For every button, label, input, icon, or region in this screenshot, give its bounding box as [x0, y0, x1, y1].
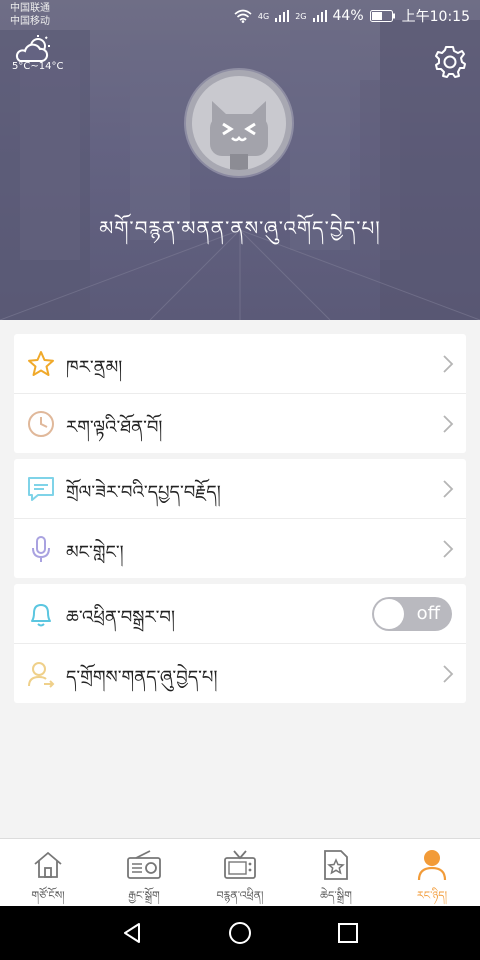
- menu-label: ད་གྲོགས་གནད་ཞུ་བྱེད་པ།: [66, 667, 218, 688]
- signal-1-icon: [275, 10, 290, 22]
- battery-icon: [369, 10, 395, 22]
- menu-item-history[interactable]: རག་ལྟའི་ཐོན་བོ།: [14, 393, 466, 453]
- menu-label: ཁར་ནྲམ།: [66, 357, 123, 378]
- menu-item-voice[interactable]: མང་གླེང་།: [14, 518, 466, 578]
- weather-widget[interactable]: 5°C~14°C: [12, 34, 64, 76]
- menu-item-account[interactable]: ད་གྲོགས་གནད་ཞུ་བྱེད་པ།: [14, 643, 466, 703]
- net-type-1: 4G: [257, 11, 270, 21]
- document-star-icon: [324, 850, 348, 880]
- login-prompt[interactable]: མགོ་བརྙན་མནན་ནས་ཞུ་འགོད་བྱེད་པ།: [0, 206, 480, 262]
- home-icon: [34, 851, 62, 878]
- toggle-state: off: [416, 603, 440, 624]
- menu-label: གྲོལ་ཟེར་བའི་དཔྱད་བརྗོད།: [66, 482, 221, 503]
- profile-header: 中国联通 中国移动 4G 2G 44% 上午10:15 5°C~14°C མགོ…: [0, 0, 480, 320]
- clock-time: 上午10:15: [401, 9, 470, 25]
- back-icon[interactable]: [120, 921, 144, 945]
- chevron-right-icon: [443, 480, 454, 498]
- menu-group-3: ཆ་འཕྲིན་བསྒྲར་བ། off ད་གྲོགས་གནད་ཞུ་བྱེད…: [14, 584, 466, 703]
- menu-group-1: ཁར་ནྲམ། རག་ལྟའི་ཐོན་བོ།: [14, 334, 466, 453]
- system-navigation-bar: [0, 906, 480, 960]
- clock-icon: [28, 411, 54, 437]
- carrier-info: 中国联通 中国移动: [10, 2, 50, 28]
- temperature-range: 5°C~14°C: [12, 61, 64, 72]
- menu-item-favorites[interactable]: ཁར་ནྲམ།: [14, 334, 466, 393]
- tab-radio[interactable]: རྒྱང་སྒྲོག: [96, 839, 192, 907]
- carrier-1: 中国联通: [10, 3, 50, 14]
- chevron-right-icon: [443, 540, 454, 558]
- chevron-right-icon: [443, 665, 454, 683]
- net-type-2: 2G: [295, 11, 307, 21]
- toggle-knob: [374, 599, 404, 629]
- tab-home[interactable]: གཙོ་ངོས།: [0, 839, 96, 907]
- menu-label: རག་ལྟའི་ཐོན་བོ།: [66, 417, 163, 438]
- tv-icon: [224, 850, 256, 879]
- message-icon: [28, 477, 54, 501]
- user-switch-icon: [28, 662, 55, 688]
- carrier-2: 中国移动: [10, 16, 50, 27]
- home-circle-icon[interactable]: [228, 921, 252, 945]
- menu-item-notification: ཆ་འཕྲིན་བསྒྲར་བ། off: [14, 584, 466, 643]
- menu-label: ཆ་འཕྲིན་བསྒྲར་བ།: [66, 607, 175, 628]
- tab-tv[interactable]: བརྙན་འཕྲིན།: [192, 839, 288, 907]
- bell-icon: [31, 604, 51, 627]
- menu-group-2: གྲོལ་ཟེར་བའི་དཔྱད་བརྗོད། མང་གླེང་།: [14, 459, 466, 578]
- star-icon: [28, 351, 54, 376]
- cat-avatar-icon: [210, 101, 268, 170]
- signal-2-icon: [312, 10, 327, 22]
- chevron-right-icon: [443, 355, 454, 373]
- partly-cloudy-icon: [15, 35, 50, 62]
- avatar[interactable]: [186, 70, 292, 176]
- gear-icon[interactable]: [432, 44, 468, 80]
- microphone-icon: [32, 536, 50, 562]
- tab-profile[interactable]: རང་ཉིད།: [384, 839, 480, 907]
- chevron-right-icon: [443, 415, 454, 433]
- recent-apps-icon[interactable]: [336, 921, 360, 945]
- menu-item-feedback[interactable]: གྲོལ་ཟེར་བའི་དཔྱད་བརྗོད།: [14, 459, 466, 518]
- radio-icon: [127, 850, 161, 879]
- tab-favorites[interactable]: ཆེད་སྒྲིག: [288, 839, 384, 907]
- battery-percent: 44%: [332, 8, 364, 24]
- notification-toggle[interactable]: off: [372, 597, 452, 631]
- menu-label: མང་གླེང་།: [66, 542, 124, 563]
- wifi-icon: [234, 9, 252, 23]
- bottom-tab-bar: གཙོ་ངོས། རྒྱང་སྒྲོག བརྙན་འཕྲིན། ཆེད་སྒྲི…: [0, 838, 480, 907]
- status-bar: 中国联通 中国移动 4G 2G 44% 上午10:15: [0, 0, 480, 32]
- person-icon: [417, 850, 447, 881]
